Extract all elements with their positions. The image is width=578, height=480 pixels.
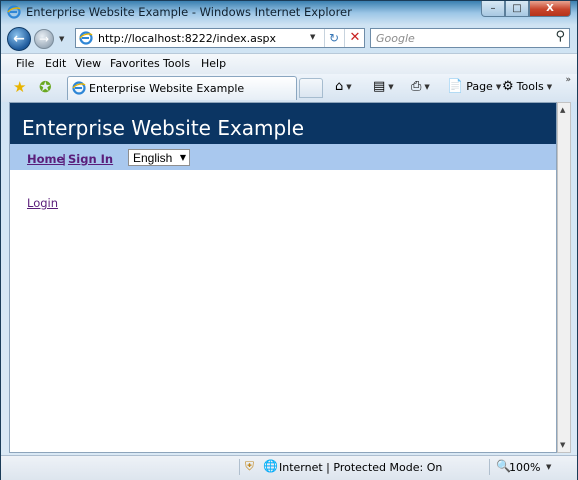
page-dropdown-icon: ▼ (495, 82, 502, 91)
zoom-dropdown-icon[interactable]: ▼ (546, 463, 551, 471)
toolbar-overflow-chevron-icon[interactable]: » (565, 75, 571, 85)
maximize-button[interactable]: □ (505, 1, 529, 17)
command-bar: ★ ✪ Enterprise Website Example ⌂ ▼ ▤ ▼ ⎙ ▼ … (1, 74, 577, 102)
login-link[interactable]: Login (27, 196, 58, 210)
security-zone-text[interactable]: Internet | Protected Mode: On (279, 461, 442, 474)
status-divider (489, 459, 490, 475)
menu-edit[interactable]: Edit (45, 57, 66, 70)
menu-help[interactable]: Help (201, 57, 226, 70)
address-dropdown-icon[interactable]: ▼ (310, 33, 315, 41)
chevron-down-icon: ▼ (179, 153, 186, 162)
address-bar[interactable]: http://localhost:8222/index.aspx ▼ ↻ ✕ (75, 28, 365, 48)
language-select[interactable]: English ▼ (128, 149, 190, 166)
site-title: Enterprise Website Example (22, 116, 305, 140)
new-tab-button[interactable] (299, 78, 323, 98)
recent-pages-dropdown-icon[interactable]: ▼ (59, 35, 64, 43)
minimize-button[interactable]: – (481, 1, 505, 17)
home-button[interactable]: ⌂ ▼ (335, 79, 352, 94)
navigation-bar: ← → ▼ http://localhost:8222/index.aspx ▼… (1, 23, 577, 53)
page-icon (79, 31, 93, 45)
feeds-button[interactable]: ▤ ▼ (373, 79, 394, 94)
scroll-down-icon[interactable]: ▼ (560, 441, 565, 449)
sign-in-link[interactable]: Sign In (68, 152, 113, 166)
tab-title: Enterprise Website Example (89, 82, 245, 95)
search-icon[interactable]: ⚲ (555, 29, 565, 44)
window-controls: – □ X (481, 1, 571, 18)
menu-bar: File Edit View Favorites Tools Help (1, 53, 577, 75)
site-nav-bar: Home | Sign In English ▼ (10, 144, 556, 170)
vertical-scrollbar[interactable]: ▲ ▼ (557, 102, 571, 453)
page-menu-label: Page (466, 80, 493, 93)
page-content: Enterprise Website Example Home | Sign I… (9, 102, 557, 453)
status-divider (239, 459, 240, 475)
print-dropdown-icon[interactable]: ▼ (424, 83, 429, 91)
tab-active[interactable]: Enterprise Website Example (67, 76, 297, 100)
stop-icon[interactable]: ✕ (344, 29, 365, 47)
close-button[interactable]: X (529, 1, 571, 17)
back-button[interactable]: ← (7, 27, 31, 51)
home-dropdown-icon[interactable]: ▼ (346, 83, 351, 91)
site-header: Enterprise Website Example (10, 103, 556, 144)
print-icon: ⎙ (411, 79, 422, 94)
title-bar: Enterprise Website Example - Windows Int… (1, 1, 577, 23)
tools-dropdown-icon: ▼ (546, 82, 553, 91)
feeds-icon: ▤ (373, 79, 386, 94)
nav-separator: | (62, 152, 67, 166)
status-bar: ⛨ 🌐 Internet | Protected Mode: On 🔍 100%… (1, 455, 577, 480)
menu-view[interactable]: View (75, 57, 101, 70)
address-input[interactable]: http://localhost:8222/index.aspx (98, 32, 276, 45)
protected-mode-shield-icon: ⛨ (245, 459, 255, 473)
forward-button[interactable]: → (34, 29, 54, 49)
search-input[interactable]: Google (376, 32, 415, 45)
browser-window: Enterprise Website Example - Windows Int… (0, 0, 578, 480)
window-title: Enterprise Website Example - Windows Int… (26, 5, 352, 19)
zoom-level[interactable]: 100% (509, 461, 540, 474)
favorites-star-icon[interactable]: ★ (13, 78, 26, 96)
language-selected-value: English (133, 151, 173, 165)
gear-icon: ⚙ (502, 79, 514, 94)
menu-tools[interactable]: Tools (163, 57, 190, 70)
add-favorite-icon[interactable]: ✪ (39, 78, 52, 96)
tools-menu-button[interactable]: ⚙ Tools ▼ (502, 79, 552, 94)
tools-menu-label: Tools (516, 80, 544, 93)
internet-explorer-icon (7, 5, 21, 19)
page-icon-cmd: 📄 (447, 79, 464, 94)
tab-page-icon (72, 81, 86, 95)
home-link[interactable]: Home (27, 152, 64, 166)
menu-favorites[interactable]: Favorites (110, 57, 160, 70)
print-button[interactable]: ⎙ ▼ (411, 79, 430, 94)
scroll-up-icon[interactable]: ▲ (560, 106, 565, 114)
internet-zone-globe-icon: 🌐 (263, 459, 278, 473)
feeds-dropdown-icon[interactable]: ▼ (388, 83, 393, 91)
home-icon: ⌂ (335, 79, 344, 94)
search-box[interactable]: Google ⚲ (370, 28, 570, 48)
refresh-icon[interactable]: ↻ (324, 29, 343, 47)
page-menu-button[interactable]: 📄 Page ▼ (447, 79, 501, 94)
menu-file[interactable]: File (16, 57, 34, 70)
